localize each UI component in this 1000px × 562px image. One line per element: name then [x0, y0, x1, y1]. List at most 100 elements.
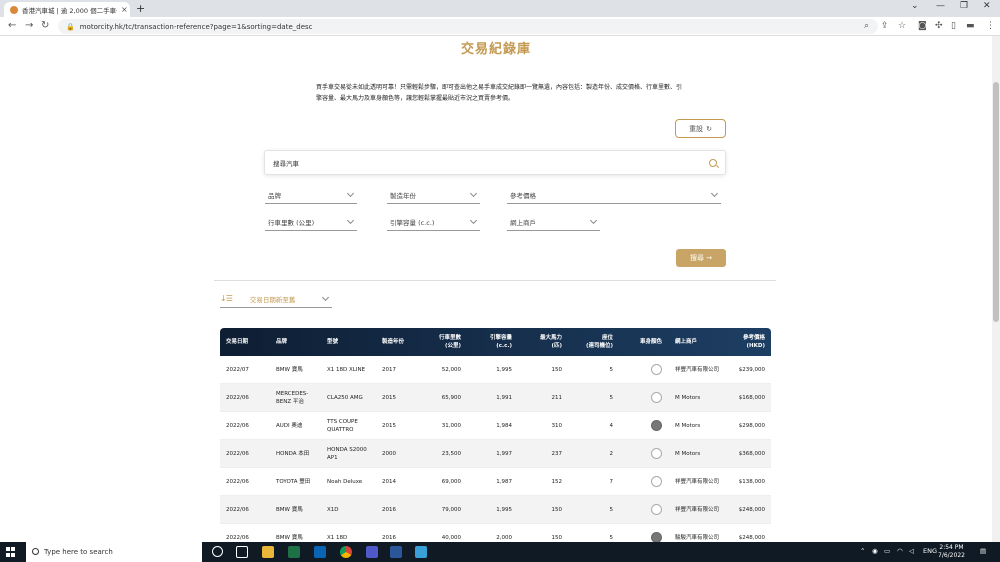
cell-dealer[interactable]: M Motors [675, 440, 727, 467]
file-explorer-icon[interactable] [262, 546, 274, 558]
taskbar-clock[interactable]: 2:54 PM 7/6/2022 [938, 544, 965, 560]
cell-engine: 1,995 [496, 366, 512, 373]
sort-dropdown[interactable]: ↓☰ 交易日期新至舊 [220, 290, 332, 308]
search-icon[interactable] [709, 158, 717, 167]
taskbar-search-input[interactable]: Type here to search [26, 542, 202, 562]
excel-icon[interactable] [288, 546, 300, 558]
teams-icon[interactable] [366, 546, 378, 558]
browser-tab-strip: 香港汽車城 | 逾 2,000 個二手車位 × + ⌄ — ❐ ✕ [0, 0, 1000, 17]
search-input[interactable]: 搜尋汽車 [264, 150, 726, 175]
table-row[interactable]: 2022/06 BMW 寶馬 X1 18D 2016 40,000 2,000 … [220, 524, 771, 542]
minimize-icon[interactable]: — [936, 1, 945, 11]
profile-icon[interactable]: ▬ [966, 21, 975, 31]
cell-brand: BMW 寶馬 [276, 506, 303, 513]
dealer-dropdown[interactable]: 網上商戶 [507, 214, 600, 231]
cell-engine: 1,995 [496, 506, 512, 513]
reload-icon[interactable]: ↻ [41, 20, 49, 31]
brand-dropdown[interactable]: 品牌 [265, 187, 357, 204]
sidebar-icon[interactable]: ▯ [951, 21, 956, 31]
cell-seats: 5 [609, 506, 614, 513]
restore-icon[interactable]: ❐ [960, 1, 968, 11]
network-icon[interactable]: ▭ [884, 547, 890, 555]
cell-hp: 150 [551, 534, 563, 541]
cell-hp: 150 [551, 366, 563, 373]
cell-date: 2022/06 [226, 478, 249, 485]
cell-engine: 2,000 [496, 534, 512, 541]
cell-dealer[interactable]: M Motors [675, 412, 727, 439]
back-icon[interactable]: ← [8, 20, 16, 31]
browser-tab[interactable]: 香港汽車城 | 逾 2,000 個二手車位 × [4, 2, 130, 17]
price-dropdown[interactable]: 參考價格 [507, 187, 721, 204]
word-icon[interactable] [390, 546, 402, 558]
page-scrollbar[interactable] [992, 36, 1000, 542]
cell-hp: 310 [551, 422, 563, 429]
cortana-icon[interactable] [212, 546, 223, 557]
menu-icon[interactable]: ⋮ [986, 21, 995, 31]
tray-chevron-up-icon[interactable]: ⌃ [860, 547, 865, 555]
outlook-icon[interactable] [314, 546, 326, 558]
camera-icon[interactable]: ◙ [918, 21, 927, 31]
url-field[interactable]: 🔒 motorcity.hk/tc/transaction-reference?… [58, 19, 878, 34]
table-row[interactable]: 2022/06 HONDA 本田 HONDA S2000 AP1 2000 23… [220, 440, 771, 468]
table-row[interactable]: 2022/06 MERCEDES-BENZ 平治 CLA250 AMG 2015… [220, 384, 771, 412]
search-submit-button[interactable]: 搜尋 → [676, 249, 726, 267]
windows-start-icon[interactable] [6, 547, 16, 557]
reset-button[interactable]: 重設 ↻ [675, 119, 726, 138]
close-window-icon[interactable]: ✕ [983, 1, 991, 11]
page-content: 交易紀錄庫 買手車交易從未如此透明可靠！只需輕鬆步驟，即可查出他之易手車成交紀錄… [0, 36, 992, 542]
cell-year: 2017 [382, 366, 396, 373]
cell-model: X1 18D [327, 534, 348, 541]
year-dropdown[interactable]: 製造年份 [387, 187, 480, 204]
color-swatch [651, 532, 662, 542]
cell-dealer[interactable]: 駿駿汽車有限公司 [675, 524, 727, 542]
chevron-down-icon [589, 216, 598, 225]
wifi-icon[interactable]: ◠ [897, 547, 903, 555]
task-view-icon[interactable] [236, 546, 248, 558]
table-row[interactable]: 2022/06 TOYOTA 豐田 Noah Deluxe 2014 69,00… [220, 468, 771, 496]
new-tab-icon[interactable]: + [136, 2, 145, 15]
site-favicon-icon [10, 5, 18, 14]
chevron-down-icon[interactable]: ⌄ [911, 1, 919, 11]
cell-color [651, 496, 665, 523]
cell-dealer[interactable]: 祥豐汽車有限公司 [675, 356, 727, 383]
chrome-icon[interactable] [340, 546, 352, 558]
photos-icon[interactable] [415, 546, 427, 558]
table-row[interactable]: 2022/06 BMW 寶馬 X1D 2016 79,000 1,995 150… [220, 496, 771, 524]
chevron-down-icon [346, 216, 355, 225]
engine-dropdown[interactable]: 引擎容量 (c.c.) [387, 214, 480, 231]
bookmark-star-icon[interactable]: ☆ [898, 21, 906, 31]
cell-hp: 152 [551, 478, 563, 485]
tray-app-icon[interactable]: ◉ [872, 547, 878, 555]
cell-dealer[interactable]: 祥豐汽車有限公司 [675, 496, 727, 523]
close-tab-icon[interactable]: × [121, 5, 128, 14]
cell-dealer[interactable]: 祥豐汽車有限公司 [675, 468, 727, 495]
table-row[interactable]: 2022/06 AUDI 奧迪 TTS COUPE QUATTRO 2015 3… [220, 412, 771, 440]
volume-icon[interactable]: ◁ [909, 547, 914, 555]
cell-engine: 1,987 [496, 478, 512, 485]
header-engine-line1: 引擎容量 [489, 335, 512, 341]
language-indicator[interactable]: ENG [923, 547, 937, 555]
extensions-icon[interactable]: ✣ [935, 21, 943, 31]
cell-seats: 5 [609, 394, 614, 401]
cell-seats: 4 [609, 422, 614, 429]
cell-seats: 7 [609, 478, 614, 485]
color-swatch [651, 448, 662, 459]
zoom-icon[interactable]: ⌕ [864, 21, 869, 31]
dealer-dropdown-label: 網上商戶 [510, 219, 536, 227]
refresh-icon: ↻ [706, 124, 712, 133]
page-description: 買手車交易從未如此透明可靠！只需輕鬆步驟，即可查出他之易手車成交紀錄即一覽無遺，… [316, 84, 683, 102]
cell-dealer[interactable]: M Motors [675, 384, 727, 411]
section-divider [214, 280, 776, 281]
cell-brand: BMW 寶馬 [276, 366, 303, 373]
header-mileage-line1: 行車里數 [438, 335, 461, 341]
forward-icon[interactable]: → [25, 20, 33, 31]
table-row[interactable]: 2022/07 BMW 寶馬 X1 18D XLINE 2017 52,000 … [220, 356, 771, 384]
price-dropdown-label: 參考價格 [510, 192, 536, 200]
share-icon[interactable]: ⇪ [881, 21, 889, 31]
color-swatch [651, 392, 662, 403]
scrollbar-thumb[interactable] [993, 82, 999, 322]
mileage-dropdown[interactable]: 行車里數 (公里) [265, 214, 357, 231]
cell-hp: 237 [551, 450, 563, 457]
cell-year: 2016 [382, 506, 396, 513]
notifications-icon[interactable]: ▤ [980, 547, 986, 555]
